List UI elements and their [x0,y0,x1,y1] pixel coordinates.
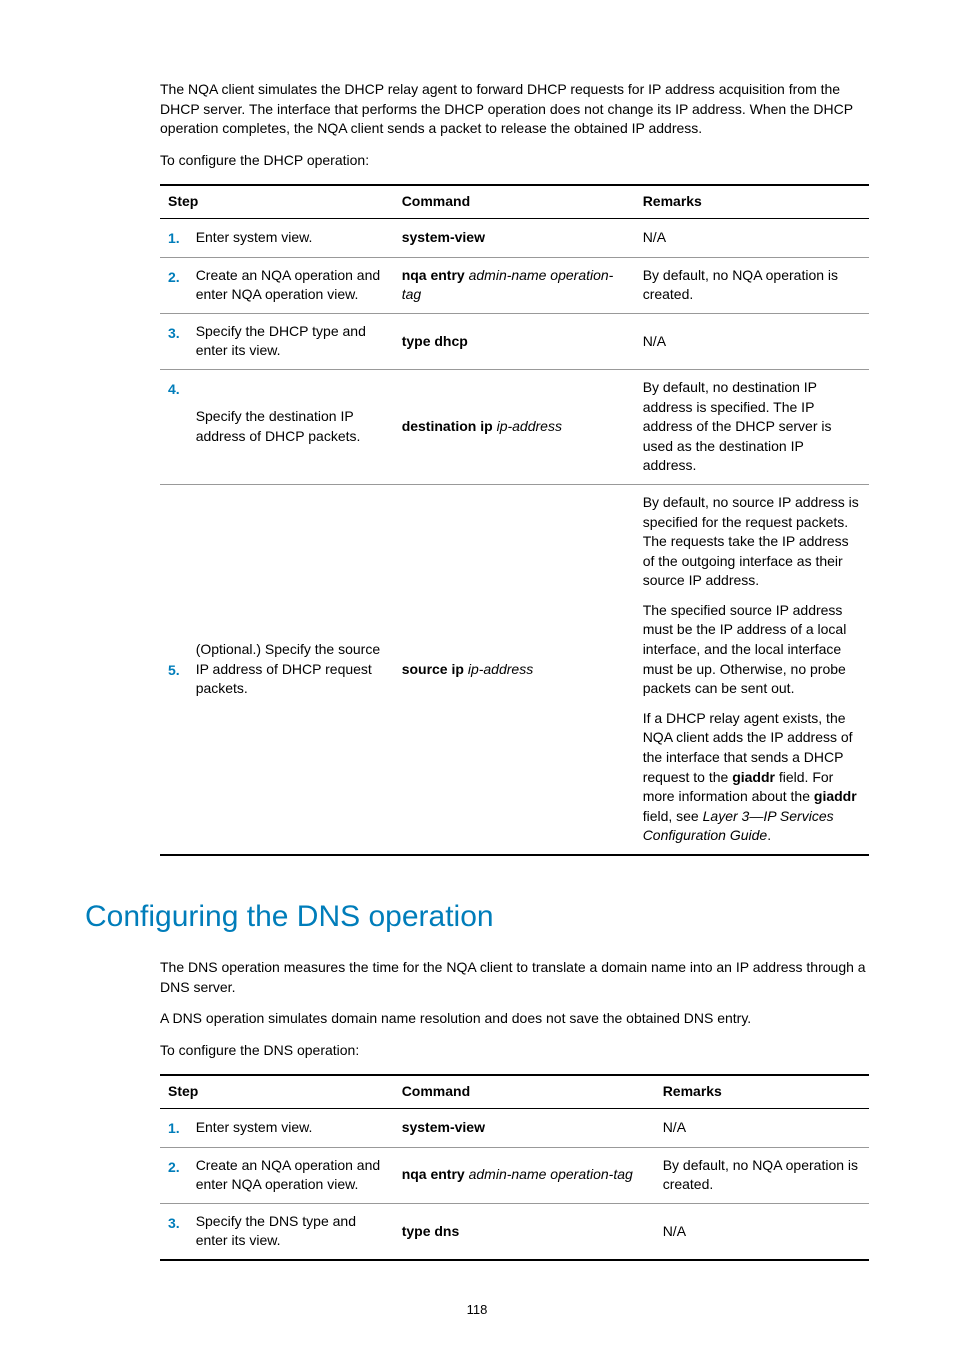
table-header-step: Step [160,185,394,218]
heading-dns-operation: Configuring the DNS operation [85,896,869,938]
table-header-command: Command [394,1075,655,1108]
remarks-paragraph: The specified source IP address must be … [643,601,861,699]
table-row: 3. Specify the DNS type and enter its vi… [160,1203,869,1260]
step-command: type dns [394,1203,655,1260]
step-number: 3. [160,1203,188,1260]
step-command: nqa entry admin-name operation-tag [394,257,635,313]
dhcp-steps-table: Step Command Remarks 1. Enter system vie… [160,184,869,856]
page-number: 118 [85,1301,869,1319]
step-command: destination ip ip-address [394,369,635,484]
intro-paragraph-dns-1: The DNS operation measures the time for … [85,958,869,997]
step-remarks: N/A [655,1108,869,1147]
table-row: 2. Create an NQA operation and enter NQA… [160,1147,869,1203]
step-remarks: By default, no NQA operation is created. [635,257,869,313]
table-row: 3. Specify the DHCP type and enter its v… [160,313,869,369]
table-header-remarks: Remarks [655,1075,869,1108]
config-prompt-dns: To configure the DNS operation: [85,1041,869,1061]
step-command: type dhcp [394,313,635,369]
config-prompt-dhcp: To configure the DHCP operation: [85,151,869,171]
step-action: (Optional.) Specify the source IP addres… [188,484,394,855]
step-remarks: N/A [635,313,869,369]
step-number: 3. [160,313,188,369]
step-action: Specify the DHCP type and enter its view… [188,313,394,369]
step-action: Create an NQA operation and enter NQA op… [188,1147,394,1203]
step-number: 5. [160,484,188,855]
step-action: Enter system view. [188,1108,394,1147]
step-action: Create an NQA operation and enter NQA op… [188,257,394,313]
remarks-paragraph: If a DHCP relay agent exists, the NQA cl… [643,709,861,846]
step-number: 1. [160,218,188,257]
step-number: 1. [160,1108,188,1147]
step-command: system-view [394,218,635,257]
step-action: Enter system view. [188,218,394,257]
step-command: source ip ip-address [394,484,635,855]
table-header-step: Step [160,1075,394,1108]
dns-steps-table: Step Command Remarks 1. Enter system vie… [160,1074,869,1261]
step-number: 4. [160,369,188,484]
table-header-remarks: Remarks [635,185,869,218]
step-remarks: By default, no destination IP address is… [635,369,869,484]
step-remarks: N/A [655,1203,869,1260]
step-remarks: By default, no NQA operation is created. [655,1147,869,1203]
table-row: 4. Specify the destination IP address of… [160,369,869,484]
table-row: 1. Enter system view. system-view N/A [160,1108,869,1147]
step-command: nqa entry admin-name operation-tag [394,1147,655,1203]
remarks-paragraph: By default, no source IP address is spec… [643,493,861,591]
step-number: 2. [160,257,188,313]
table-row: 1. Enter system view. system-view N/A [160,218,869,257]
step-command: system-view [394,1108,655,1147]
table-row: 5. (Optional.) Specify the source IP add… [160,484,869,855]
step-number: 2. [160,1147,188,1203]
step-remarks: N/A [635,218,869,257]
intro-paragraph-dhcp: The NQA client simulates the DHCP relay … [85,80,869,139]
step-action: Specify the DNS type and enter its view. [188,1203,394,1260]
intro-paragraph-dns-2: A DNS operation simulates domain name re… [85,1009,869,1029]
step-remarks: By default, no source IP address is spec… [635,484,869,855]
step-action: Specify the destination IP address of DH… [188,369,394,484]
table-header-command: Command [394,185,635,218]
table-row: 2. Create an NQA operation and enter NQA… [160,257,869,313]
